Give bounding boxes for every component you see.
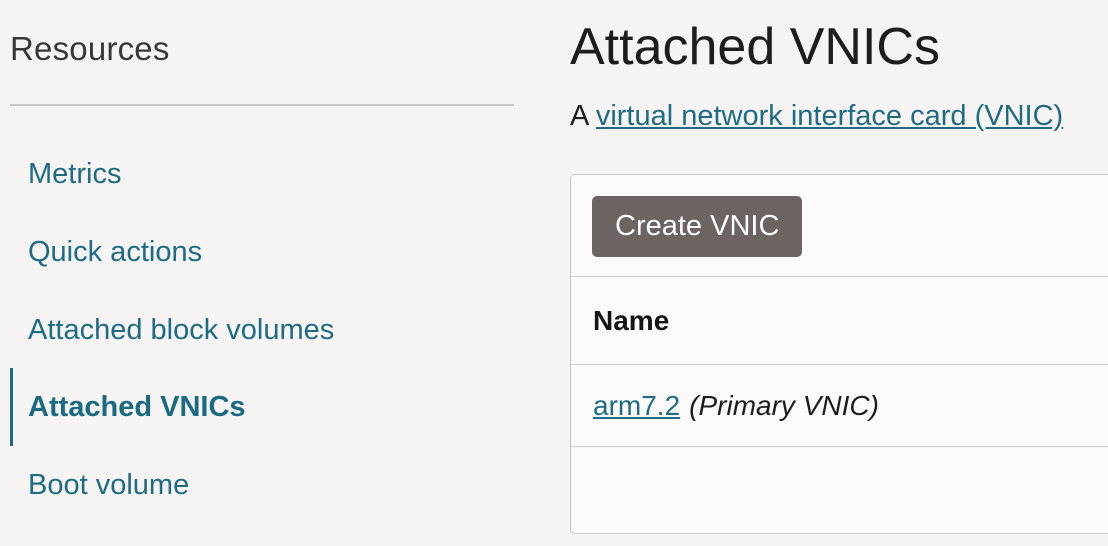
sidebar-item-attached-block-volumes[interactable]: Attached block volumes [10,302,510,358]
resources-divider [10,104,514,106]
sidebar-item-quick-actions[interactable]: Quick actions [10,224,510,280]
sidebar-item-boot-volume[interactable]: Boot volume [10,457,510,513]
vnic-name-link[interactable]: arm7.2 [593,390,680,422]
intro-prefix: A [570,100,588,132]
vnic-doc-link[interactable]: virtual network interface card (VNIC) [596,100,1063,132]
sidebar-item-metrics[interactable]: Metrics [10,146,510,202]
sidebar-item-attached-vnics[interactable]: Attached VNICs [10,368,510,446]
column-header-name[interactable]: Name [593,305,669,337]
table-header-row: Name [571,277,1108,365]
vnic-table-panel: Create VNIC Name arm7.2 (Primary VNIC) [570,174,1108,534]
table-toolbar: Create VNIC [571,175,1108,277]
table-row: arm7.2 (Primary VNIC) [571,365,1108,447]
page-title: Attached VNICs [570,18,940,76]
resources-title: Resources [10,30,170,67]
intro-text: A virtual network interface card (VNIC) [570,100,1063,133]
primary-vnic-note: (Primary VNIC) [689,389,879,421]
page: Resources Metrics Quick actions Attached… [0,0,1108,546]
create-vnic-button[interactable]: Create VNIC [592,196,803,257]
